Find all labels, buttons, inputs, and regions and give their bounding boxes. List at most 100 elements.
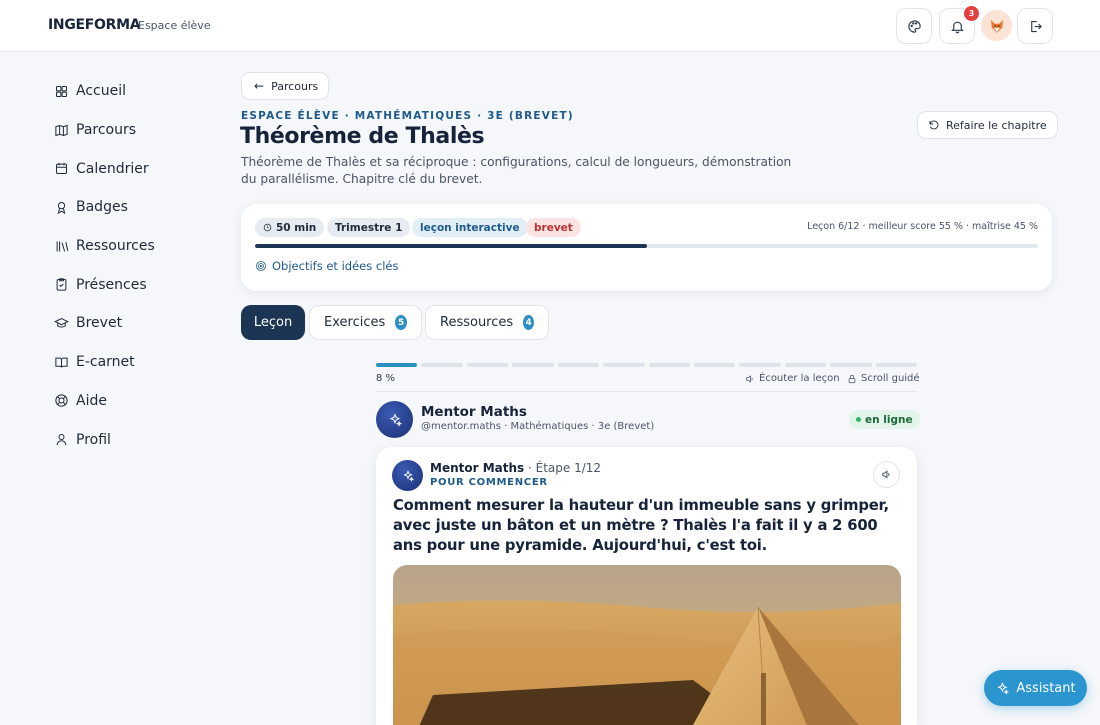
step-header: Mentor Maths · Étape 1/12 [430, 461, 601, 475]
sidebar-item-label: Brevet [76, 315, 123, 332]
sidebar-item-aide[interactable]: Aide [48, 382, 218, 421]
home-grid-icon [56, 85, 67, 97]
ressources-count-badge: 4 [523, 315, 534, 330]
sidebar-item-ressources[interactable]: Ressources [48, 227, 218, 266]
sidebar-item-accueil[interactable]: Accueil [48, 72, 218, 111]
sidebar-item-badges[interactable]: Badges [48, 188, 218, 227]
sparkles-icon [402, 469, 414, 482]
online-dot [856, 417, 861, 422]
library-icon [56, 241, 69, 252]
notification-count-badge: 3 [964, 6, 979, 21]
lifebuoy-icon [55, 394, 68, 407]
lesson-stats: Leçon 6/12 · meilleur score 55 % · maîtr… [807, 221, 1038, 232]
pyramid-desert-image [393, 565, 901, 725]
sidebar-item-label: E-carnet [76, 354, 135, 371]
pyramid-illustration [393, 565, 901, 725]
assistant-button[interactable]: Assistant [984, 670, 1087, 706]
step-counter: · Étape 1/12 [528, 461, 602, 475]
sidebar-item-calendrier[interactable]: Calendrier [48, 149, 218, 188]
logout-button[interactable] [1017, 8, 1053, 44]
step-segment [830, 363, 872, 367]
sidebar-item-label: Aide [76, 392, 107, 409]
notifications-button[interactable]: 3 [939, 6, 979, 44]
step-segment [376, 363, 418, 367]
breadcrumb: ESPACE ÉLÈVE · MATHÉMATIQUES · 3E (BREVE… [241, 110, 574, 122]
tab-label: Ressources [440, 315, 514, 330]
back-to-parcours-button[interactable]: ← Parcours [241, 72, 330, 100]
sidebar-item-label: Ressources [76, 238, 155, 255]
tab-ressources[interactable]: Ressources 4 [425, 305, 549, 340]
chapter-info-card: 50 min Trimestre 1 leçon interactive bre… [241, 204, 1052, 291]
arrow-left-icon: ← [254, 79, 265, 93]
back-label: Parcours [271, 79, 319, 93]
step-segment [875, 363, 918, 367]
step-segment [421, 363, 463, 367]
step-segment [557, 363, 600, 367]
exercices-count-badge: 5 [395, 315, 407, 330]
chapter-description: Théorème de Thalès et sa réciproque : co… [241, 155, 792, 186]
sidebar-item-label: Calendrier [76, 160, 149, 177]
sidebar-item-ecarnet[interactable]: E-carnet [48, 343, 218, 382]
lesson-step-progress [376, 363, 918, 367]
sparkles-icon [997, 681, 1010, 695]
sidebar-item-presences[interactable]: Présences [48, 265, 218, 304]
chapter-progress-bar [255, 244, 1038, 248]
trimester-chip: Trimestre 1 [327, 218, 411, 237]
chapter-progress-fill [255, 244, 647, 248]
fox-avatar-icon [990, 19, 1003, 33]
brand-subtitle: Espace élève [138, 19, 211, 32]
read-aloud-button[interactable] [873, 461, 900, 488]
tab-lecon[interactable]: Leçon [241, 305, 305, 340]
award-icon [57, 201, 66, 215]
redo-chapter-button[interactable]: Refaire le chapitre [917, 111, 1058, 139]
objectives-label: Objectifs et idées clés [272, 259, 399, 273]
avatar[interactable] [981, 10, 1012, 41]
sidebar-item-label: Profil [76, 431, 111, 448]
step-kicker: POUR COMMENCER [430, 477, 548, 488]
sidebar: Accueil Parcours Calendrier Badges Resso… [48, 72, 218, 459]
divider [376, 391, 917, 392]
step-segment [603, 363, 645, 367]
tab-label: Leçon [253, 315, 293, 330]
lesson-type-chip: leçon interactive [412, 218, 528, 237]
brand-logo[interactable]: INGEFORMA [48, 17, 141, 33]
sidebar-item-brevet[interactable]: Brevet [48, 304, 218, 343]
palette-icon [907, 19, 921, 33]
duration-chip: 50 min [255, 218, 325, 237]
sidebar-item-label: Parcours [76, 122, 137, 139]
online-status-badge: en ligne [849, 410, 920, 429]
mentor-name: Mentor Maths [421, 404, 527, 420]
logout-icon [1030, 20, 1042, 32]
step-segment [466, 363, 509, 367]
step-segment [512, 363, 554, 367]
step-segment [739, 363, 781, 367]
objectives-link[interactable]: Objectifs et idées clés [255, 259, 398, 273]
sidebar-item-profil[interactable]: Profil [48, 420, 218, 459]
clock-icon [263, 223, 272, 232]
redo-label: Refaire le chapitre [946, 118, 1047, 132]
sidebar-item-label: Présences [76, 276, 147, 293]
listen-lesson-button[interactable]: Écouter la leçon [745, 373, 840, 384]
lesson-percent: 8 % [376, 373, 396, 384]
target-icon [256, 261, 266, 271]
duration-chip-label: 50 min [276, 221, 317, 234]
sidebar-item-parcours[interactable]: Parcours [48, 111, 218, 150]
assistant-label: Assistant [1016, 680, 1076, 696]
mentor-meta: @mentor.maths · Mathématiques · 3e (Brev… [421, 421, 655, 432]
theme-button[interactable] [896, 8, 932, 44]
tab-exercices[interactable]: Exercices 5 [309, 305, 422, 340]
speaker-icon [746, 374, 753, 383]
speaker-icon [882, 470, 890, 479]
step-question: Comment mesurer la hauteur d'un immeuble… [393, 497, 889, 554]
bell-icon [950, 21, 964, 33]
sidebar-item-label: Accueil [76, 83, 126, 100]
top-header: INGEFORMA Espace élève 3 [0, 0, 1100, 52]
step-author: Mentor Maths [430, 461, 525, 475]
listen-label: Écouter la leçon [759, 373, 840, 384]
guided-scroll-toggle[interactable]: Scroll guidé [847, 373, 920, 384]
sidebar-item-label: Badges [76, 199, 128, 216]
rotate-ccw-icon [929, 120, 939, 130]
step-segment [693, 363, 736, 367]
online-label: en ligne [865, 413, 913, 426]
clipboard-check-icon [56, 278, 67, 291]
